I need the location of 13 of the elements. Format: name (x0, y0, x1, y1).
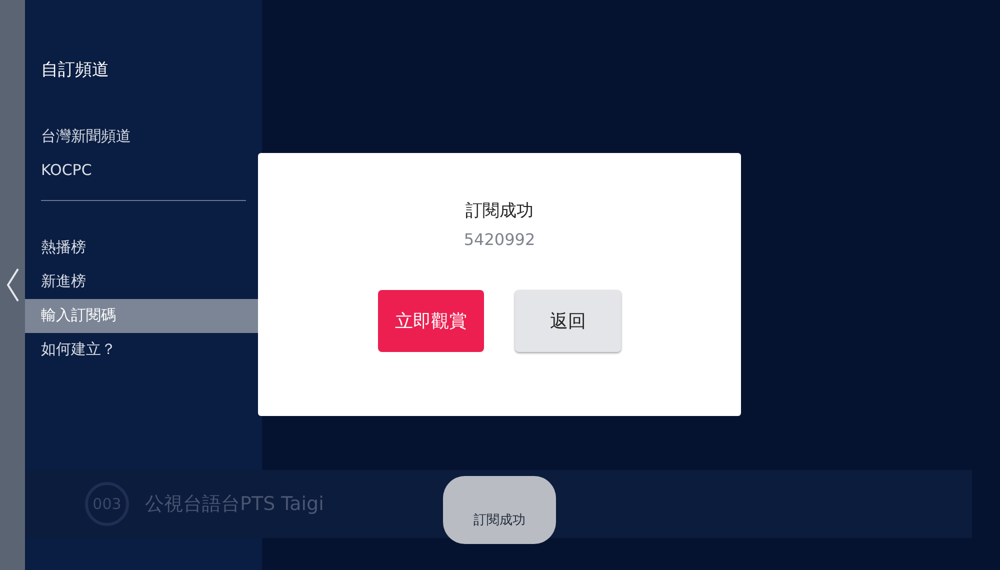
subscription-code: 5420992 (464, 229, 536, 251)
back-button[interactable]: 返回 (515, 290, 621, 352)
menu-item[interactable]: 新進榜 (25, 264, 262, 298)
menu-item[interactable]: 熱播榜 (25, 230, 262, 264)
dialog-title: 訂閱成功 (466, 200, 534, 222)
watch-button[interactable]: 立即觀賞 (378, 290, 484, 352)
menu-item[interactable]: 如何建立？ (25, 332, 262, 366)
toast-message: 訂閱成功 (474, 512, 526, 530)
channel-item[interactable]: 台灣新聞頻道 (25, 126, 262, 146)
sidebar-title: 自訂頻道 (40, 59, 110, 82)
channel-item[interactable]: KOCPC (25, 160, 262, 180)
chevron-left-icon[interactable] (6, 267, 20, 303)
channel-name: 公視台語台PTS Taigi (145, 492, 324, 517)
